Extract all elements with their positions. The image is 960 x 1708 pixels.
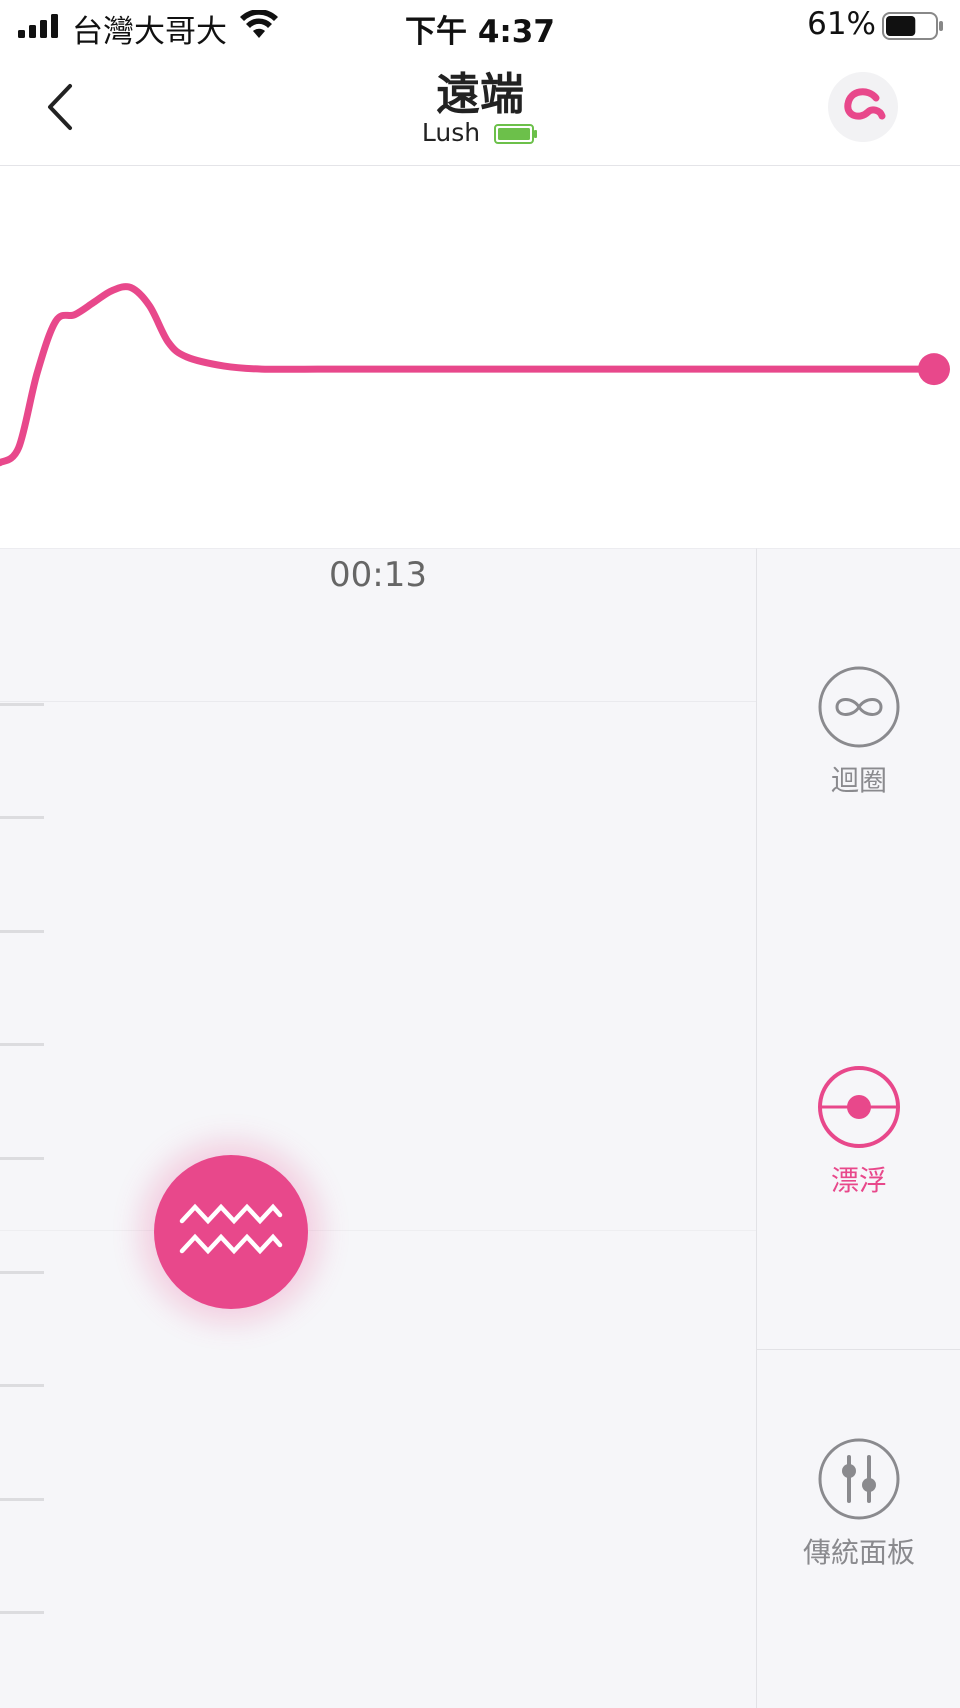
loop-label: 迴圈 [830, 764, 887, 797]
level-tick [0, 930, 44, 933]
sliders-icon [818, 1438, 900, 1520]
level-tick [0, 1157, 44, 1160]
pad-divider [0, 701, 756, 702]
level-tick [0, 703, 44, 706]
wave-icon [179, 1203, 283, 1255]
toy-button[interactable] [828, 72, 898, 142]
infinity-icon [818, 666, 900, 748]
level-tick [0, 1611, 44, 1614]
float-icon [818, 1066, 900, 1148]
float-label: 漂浮 [830, 1164, 887, 1197]
float-control-button[interactable] [154, 1155, 308, 1309]
device-status: Lush [0, 118, 960, 147]
intensity-chart [0, 166, 960, 548]
level-tick [0, 816, 44, 819]
nav-header: 遠端 Lush [0, 52, 960, 166]
control-pad[interactable]: 00:13 [0, 548, 756, 1708]
level-tick [0, 1384, 44, 1387]
classic-label: 傳統面板 [802, 1536, 915, 1569]
mode-panel: 迴圈 漂浮 傳統面板 [756, 548, 960, 1708]
side-divider [757, 1349, 960, 1350]
status-bar: 台灣大哥大 下午 4:37 61% [0, 0, 960, 52]
elapsed-timer: 00:13 [329, 555, 427, 595]
device-battery-icon [494, 124, 538, 144]
battery-percent: 61% [807, 6, 876, 42]
page-title: 遠端 [436, 69, 524, 120]
level-tick [0, 1043, 44, 1046]
level-tick [0, 1271, 44, 1274]
center-line [0, 1230, 756, 1231]
level-tick [0, 1498, 44, 1501]
toy-icon [844, 88, 886, 120]
current-point [918, 353, 950, 386]
device-name: Lush [421, 118, 481, 147]
intensity-line [0, 283, 938, 467]
battery-icon [882, 12, 943, 40]
